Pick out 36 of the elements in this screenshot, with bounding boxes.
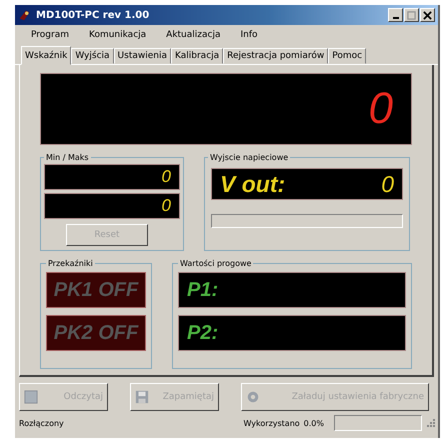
group-title: Min / Maks bbox=[45, 153, 90, 162]
usage-label: Wykorzystano bbox=[244, 418, 300, 428]
menu-item[interactable]: Aktualizacja bbox=[166, 30, 220, 40]
display-value: 0 bbox=[162, 167, 171, 187]
tab[interactable]: Rejestracja pomiarów bbox=[223, 48, 328, 64]
menu-item[interactable]: Info bbox=[240, 30, 258, 40]
gear-icon bbox=[246, 390, 260, 404]
usage-value: 0.0% bbox=[304, 418, 324, 428]
group-title: Wartości progowe bbox=[179, 259, 252, 268]
minimize-icon bbox=[392, 17, 398, 19]
close-button[interactable] bbox=[420, 8, 435, 22]
tab[interactable]: Pomoc bbox=[328, 48, 366, 64]
window-title: MD100T-PC rev 1.00 bbox=[36, 10, 150, 20]
display-label: P2: bbox=[187, 322, 218, 344]
display-value: 0 bbox=[368, 84, 393, 134]
display-label: V out: bbox=[220, 170, 286, 198]
display-value: 0 bbox=[381, 170, 394, 198]
maximize-icon bbox=[407, 10, 416, 20]
resize-grip-icon bbox=[426, 418, 436, 428]
display-label: P1: bbox=[187, 278, 218, 302]
tab[interactable]: Wskaźnik bbox=[21, 46, 72, 65]
status-text: Rozłączony bbox=[19, 418, 64, 428]
minimize-button[interactable] bbox=[388, 8, 403, 22]
menu-item[interactable]: Program bbox=[31, 30, 69, 40]
close-icon bbox=[423, 10, 432, 20]
display-value: 0 bbox=[162, 196, 171, 216]
tab[interactable]: Wyjścia bbox=[71, 48, 114, 64]
menu-item[interactable]: Komunikacja bbox=[88, 30, 146, 40]
group-title: Wyjscie napieciowe bbox=[209, 153, 290, 162]
square-icon bbox=[24, 390, 38, 404]
relay-indicator: PK2 OFF bbox=[46, 315, 146, 351]
tab[interactable]: Ustawienia bbox=[114, 48, 171, 64]
multimeter-icon bbox=[18, 8, 32, 22]
group-title: Przekaźniki bbox=[47, 259, 94, 268]
tab[interactable]: Kalibracja bbox=[171, 48, 224, 64]
relay-indicator: PK1 OFF bbox=[46, 272, 146, 308]
